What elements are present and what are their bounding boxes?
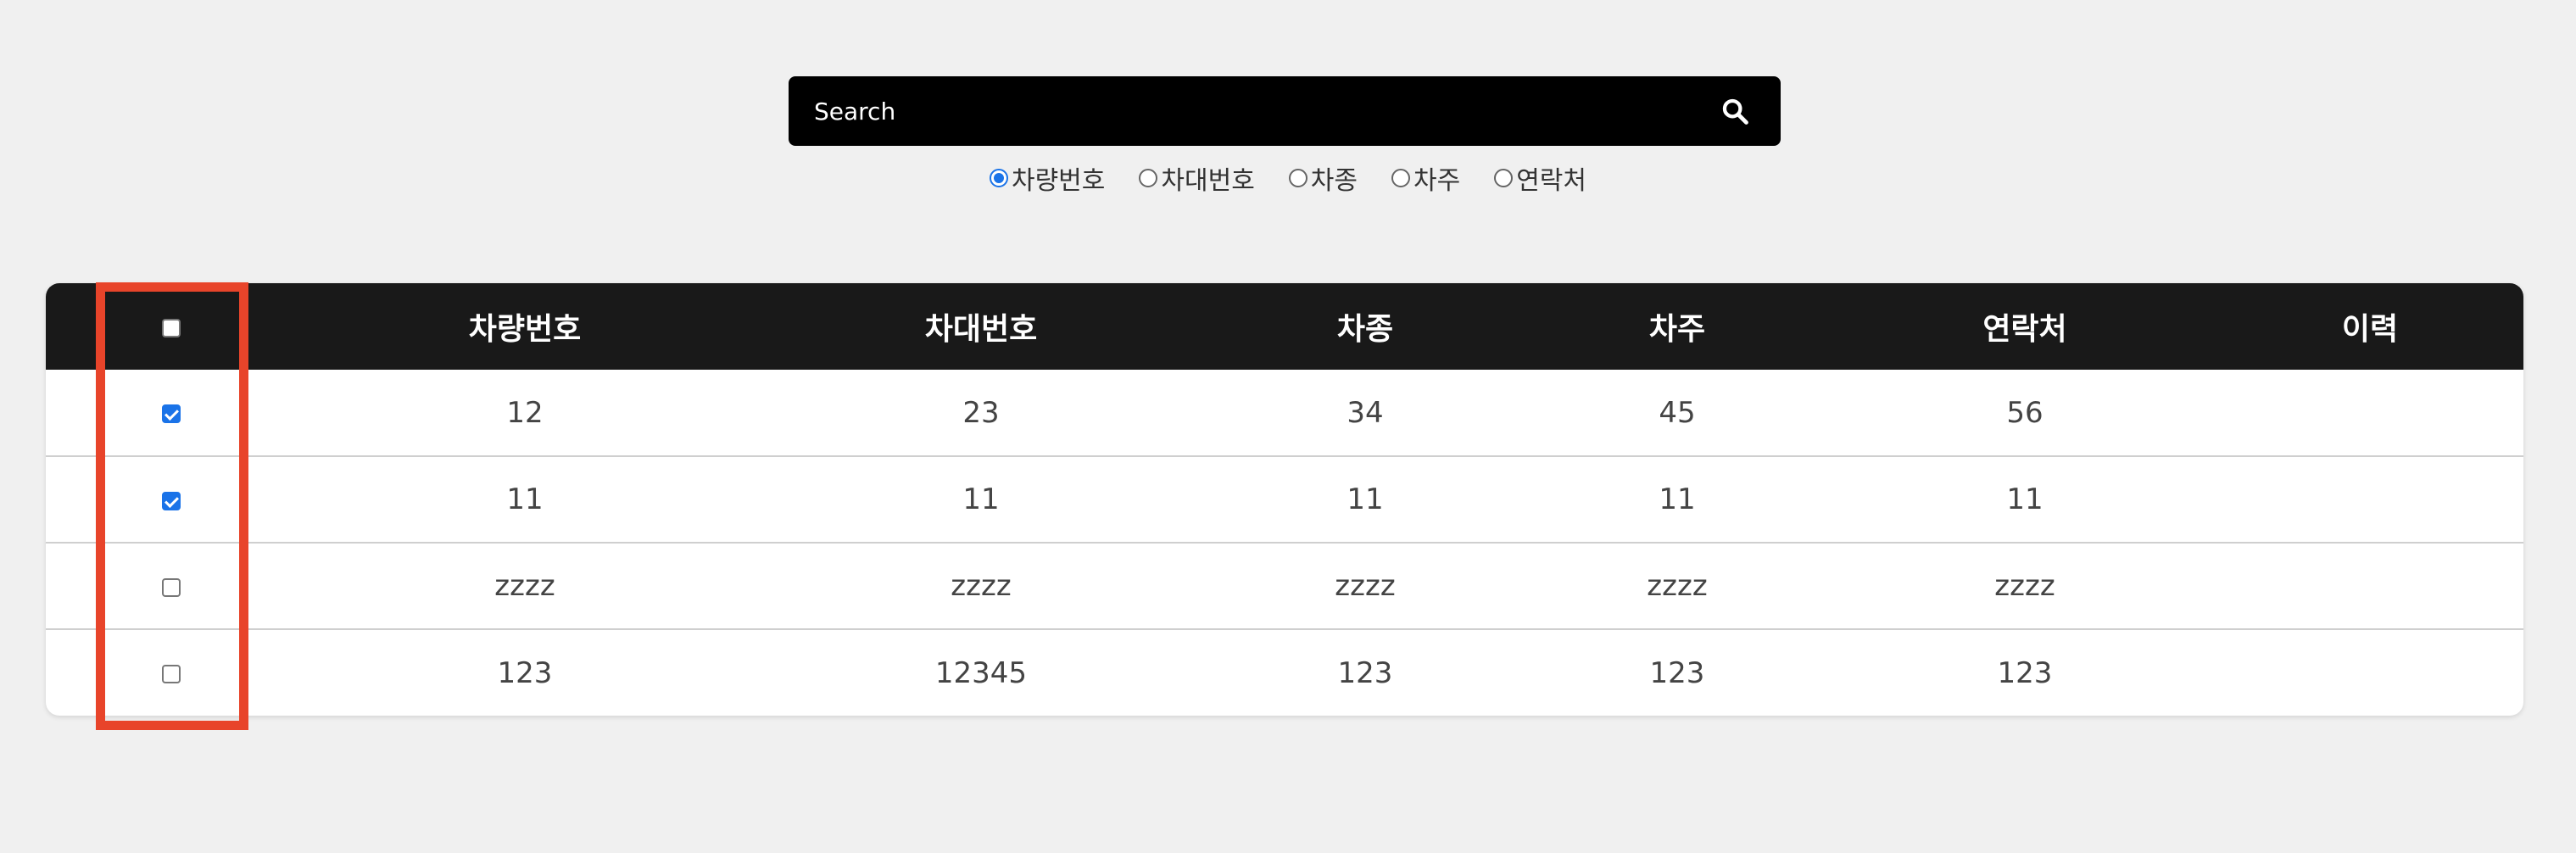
cell-owner: 45 — [1659, 395, 1696, 430]
table-header-row: 차량번호 차대번호 차종 차주 연락처 이력 — [46, 283, 2523, 370]
cell-chassis-number: zzzz — [951, 569, 1012, 603]
radio-button[interactable] — [1494, 169, 1514, 187]
radio-label: 차량번호 — [1011, 166, 1106, 196]
header-history: 이력 — [2341, 312, 2399, 347]
radio-option-vehicle-number[interactable]: 차량번호 — [989, 159, 1106, 197]
row-checkbox[interactable] — [162, 491, 181, 510]
cell-vehicle-number: 11 — [506, 482, 544, 516]
cell-vehicle-number: zzzz — [494, 569, 555, 603]
row-checkbox[interactable] — [162, 577, 181, 597]
cell-contact: zzzz — [1994, 569, 2055, 603]
vehicle-table-container: 차량번호 차대번호 차종 차주 연락처 이력 12 23 34 45 56 11… — [46, 283, 2523, 716]
cell-chassis-number: 11 — [962, 482, 1000, 516]
cell-history — [2216, 370, 2523, 456]
cell-contact: 123 — [1997, 655, 2053, 690]
cell-history — [2216, 629, 2523, 716]
radio-option-chassis-number[interactable]: 차대번호 — [1139, 159, 1255, 197]
header-vehicle-number: 차량번호 — [468, 312, 582, 347]
radio-button[interactable] — [1139, 169, 1158, 187]
table-row[interactable]: 11 11 11 11 11 — [46, 456, 2523, 543]
radio-option-vehicle-type[interactable]: 차종 — [1288, 159, 1358, 197]
search-button[interactable] — [1713, 89, 1757, 133]
cell-vehicle-type: 123 — [1337, 655, 1393, 690]
cell-chassis-number: 12345 — [934, 655, 1028, 690]
search-icon — [1722, 98, 1748, 125]
cell-history — [2216, 543, 2523, 629]
cell-vehicle-type: zzzz — [1335, 569, 1396, 603]
radio-label: 차주 — [1413, 166, 1461, 196]
header-owner: 차주 — [1648, 312, 1706, 347]
radio-button[interactable] — [1391, 169, 1410, 187]
cell-vehicle-type: 34 — [1347, 395, 1384, 430]
select-all-checkbox[interactable] — [162, 318, 181, 337]
cell-vehicle-number: 12 — [506, 395, 544, 430]
radio-label: 차대번호 — [1161, 166, 1255, 196]
row-checkbox[interactable] — [162, 404, 181, 423]
row-select-cell — [46, 543, 297, 629]
row-select-cell — [46, 629, 297, 716]
table-row[interactable]: 12 23 34 45 56 — [46, 370, 2523, 456]
table-row[interactable]: zzzz zzzz zzzz zzzz zzzz — [46, 543, 2523, 629]
row-select-cell — [46, 456, 297, 543]
select-all-cell — [46, 283, 297, 370]
search-type-radio-group: 차량번호 차대번호 차종 차주 연락처 — [0, 159, 2576, 197]
radio-button[interactable] — [1288, 169, 1308, 187]
radio-label: 연락처 — [1516, 166, 1587, 196]
cell-history — [2216, 456, 2523, 543]
search-input[interactable] — [812, 75, 1713, 147]
cell-vehicle-number: 123 — [497, 655, 553, 690]
radio-button[interactable] — [989, 169, 1008, 187]
cell-owner: 123 — [1649, 655, 1705, 690]
table-row[interactable]: 123 12345 123 123 123 — [46, 629, 2523, 716]
cell-contact: 56 — [2006, 395, 2044, 430]
page: 차량번호 차대번호 차종 차주 연락처 — [0, 0, 2576, 853]
cell-owner: zzzz — [1647, 569, 1708, 603]
cell-vehicle-type: 11 — [1347, 482, 1384, 516]
row-checkbox[interactable] — [162, 665, 181, 683]
radio-label: 차종 — [1310, 166, 1358, 196]
cell-owner: 11 — [1659, 482, 1696, 516]
header-contact: 연락처 — [1982, 312, 2067, 347]
row-select-cell — [46, 370, 297, 456]
search-bar — [789, 75, 1781, 147]
cell-contact: 11 — [2006, 482, 2044, 516]
header-vehicle-type: 차종 — [1336, 312, 1394, 347]
vehicle-table: 차량번호 차대번호 차종 차주 연락처 이력 12 23 34 45 56 11… — [46, 283, 2523, 716]
cell-chassis-number: 23 — [962, 395, 1000, 430]
radio-option-owner[interactable]: 차주 — [1391, 159, 1460, 197]
radio-option-contact[interactable]: 연락처 — [1494, 159, 1586, 197]
header-chassis-number: 차대번호 — [924, 312, 1038, 347]
